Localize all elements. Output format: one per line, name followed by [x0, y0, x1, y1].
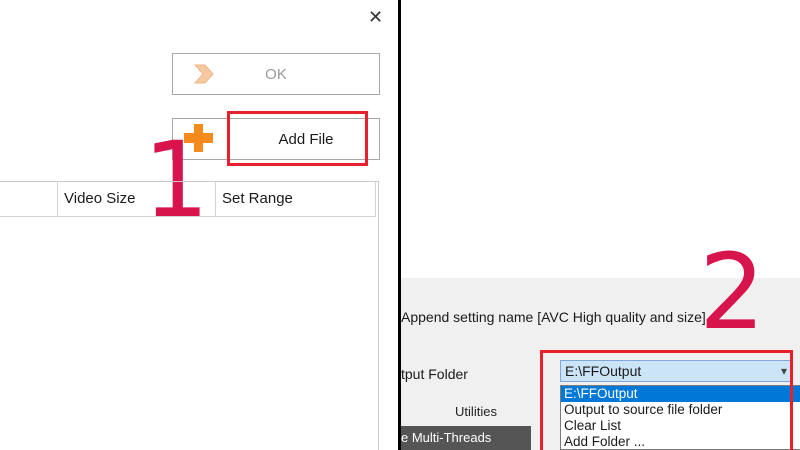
output-folder-label: tput Folder [401, 366, 468, 382]
table-header: Video Size Set Range [0, 182, 376, 217]
tab-utilities[interactable]: Utilities [401, 401, 551, 423]
right-panel: Append setting name [AVC High quality an… [401, 0, 800, 450]
column-header-video-size[interactable]: Video Size [58, 182, 216, 216]
highlight-box-output-folder [540, 350, 793, 450]
close-icon[interactable]: ✕ [368, 8, 383, 26]
highlight-box-add-file [227, 111, 368, 166]
ok-button-label: OK [265, 65, 287, 83]
ok-button[interactable]: OK [172, 53, 380, 95]
column-header-name[interactable] [0, 182, 58, 216]
append-setting-label: Append setting name [AVC High quality an… [401, 309, 706, 325]
step-number-2: 2 [699, 231, 766, 353]
column-header-set-range[interactable]: Set Range [216, 182, 376, 216]
file-list-table[interactable]: Video Size Set Range [0, 181, 379, 450]
left-panel: ✕ OK Add File 1 Video Size Set Range [0, 0, 398, 450]
multi-threads-label: e Multi-Threads [401, 426, 531, 450]
